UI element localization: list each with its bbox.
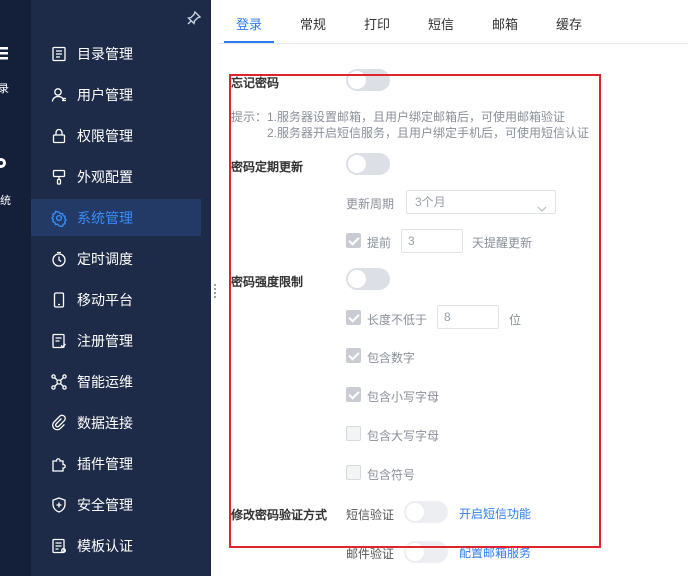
link-icon [50,414,68,432]
shield-icon [50,496,68,514]
symbol-checkbox[interactable] [346,465,361,480]
forgot-password-label: 忘记密码 [231,76,280,90]
sidebar-item-data-connection[interactable]: 数据连接 [31,404,201,441]
sidebar-item-label: 移动平台 [77,291,133,308]
sidebar-item-register[interactable]: 注册管理 [31,322,201,359]
rail-item-label: 系统 [0,195,11,207]
email-verify-switch[interactable] [404,541,448,563]
tab-cache[interactable]: 缓存 [556,14,582,33]
settings-panel: 登录 常规 打印 短信 邮箱 缓存 忘记密码 提示：1.服务器设置邮箱，且用户绑… [218,0,688,576]
strength-label: 密码强度限制 [231,275,304,289]
length-unit: 位 [509,313,522,327]
hint-line-1: 提示：1.服务器设置邮箱，且用户绑定邮箱后，可使用邮箱验证 [231,110,566,124]
sidebar-item-label: 数据连接 [77,414,133,431]
remind-suffix: 天提醒更新 [472,236,533,250]
sidebar-item-mobile[interactable]: 移动平台 [31,281,201,318]
lock-icon [50,127,68,145]
digits-checkbox[interactable] [346,348,361,363]
sidebar-item-users[interactable]: 用户管理 [31,76,201,113]
register-icon [50,332,68,350]
app-rail: 录 系统 [0,0,31,576]
sidebar-item-label: 用户管理 [77,86,133,103]
email-verify-label: 邮件验证 [346,547,395,561]
sidebar-item-appearance[interactable]: 外观配置 [31,158,201,195]
verify-method-label: 修改密码验证方式 [231,508,328,522]
catalog-icon [50,45,68,63]
periodic-update-label: 密码定期更新 [231,160,304,174]
sidebar-item-label: 注册管理 [77,332,133,349]
symbol-label: 包含符号 [367,468,416,482]
sms-verify-label: 短信验证 [346,508,395,522]
sidebar-item-ops[interactable]: 智能运维 [31,363,201,400]
period-label: 更新周期 [346,197,395,211]
period-select[interactable]: 3个月 [406,190,556,214]
forgot-password-switch[interactable] [346,69,390,91]
enable-sms-link[interactable]: 开启短信功能 [459,505,531,522]
tab-general[interactable]: 常规 [300,14,326,33]
tab-print[interactable]: 打印 [364,14,390,33]
pin-icon[interactable] [186,10,202,26]
chevron-down-icon [537,198,547,212]
sms-verify-switch[interactable] [404,501,448,523]
sidebar-item-system[interactable]: 系统管理 [31,199,201,236]
hint-line-2: 2.服务器开启短信服务，且用户绑定手机后，可使用短信认证 [267,126,590,140]
sidebar-item-catalog[interactable]: 目录管理 [31,35,201,72]
sidebar-item-label: 安全管理 [77,496,133,513]
list-icon [0,46,14,66]
strength-switch[interactable] [346,268,390,290]
sidebar-item-label: 智能运维 [77,373,133,390]
gear-icon [0,156,14,176]
sidebar-item-schedule[interactable]: 定时调度 [31,240,201,277]
tab-bar: 登录 常规 打印 短信 邮箱 缓存 [218,0,688,44]
remind-days-input[interactable]: 3 [401,229,463,253]
sidebar-item-label: 定时调度 [77,250,133,267]
periodic-update-switch[interactable] [346,153,390,175]
sidebar: 目录管理 用户管理 权限管理 外观配置 系统管理 定时调度 移动平台 注册管理 … [31,0,211,576]
mobile-icon [50,291,68,309]
remind-checkbox[interactable] [346,233,361,248]
brush-icon [50,168,68,186]
digits-label: 包含数字 [367,351,416,365]
rail-item-catalog[interactable]: 录 [0,46,31,95]
period-select-value: 3个月 [415,195,446,209]
template-icon [50,537,68,555]
sidebar-item-label: 模板认证 [77,537,133,554]
sidebar-item-template[interactable]: 模板认证 [31,527,201,564]
sidebar-item-permissions[interactable]: 权限管理 [31,117,201,154]
length-input[interactable]: 8 [437,305,499,329]
lowercase-label: 包含小写字母 [367,390,440,404]
tab-email[interactable]: 邮箱 [492,14,518,33]
remind-label: 提前 [367,236,392,250]
plugin-icon [50,455,68,473]
tab-sms[interactable]: 短信 [428,14,454,33]
sidebar-item-label: 外观配置 [77,168,133,185]
user-icon [50,86,68,104]
sidebar-item-label: 系统管理 [77,209,133,226]
rail-item-system[interactable]: 系统 [0,156,31,207]
uppercase-label: 包含大写字母 [367,429,440,443]
rail-item-label: 录 [0,83,9,95]
sidebar-item-security[interactable]: 安全管理 [31,486,201,523]
ops-icon [50,373,68,391]
length-checkbox[interactable] [346,310,361,325]
uppercase-checkbox[interactable] [346,426,361,441]
gear-icon [50,209,68,227]
sidebar-item-label: 插件管理 [77,455,133,472]
timer-icon [50,250,68,268]
tab-login[interactable]: 登录 [236,14,262,33]
active-tab-indicator [224,41,274,43]
length-label: 长度不低于 [367,313,428,327]
sidebar-item-label: 目录管理 [77,45,133,62]
lowercase-checkbox[interactable] [346,387,361,402]
sidebar-item-plugins[interactable]: 插件管理 [31,445,201,482]
configure-email-link[interactable]: 配置邮箱服务 [459,544,531,561]
sidebar-item-label: 权限管理 [77,127,133,144]
